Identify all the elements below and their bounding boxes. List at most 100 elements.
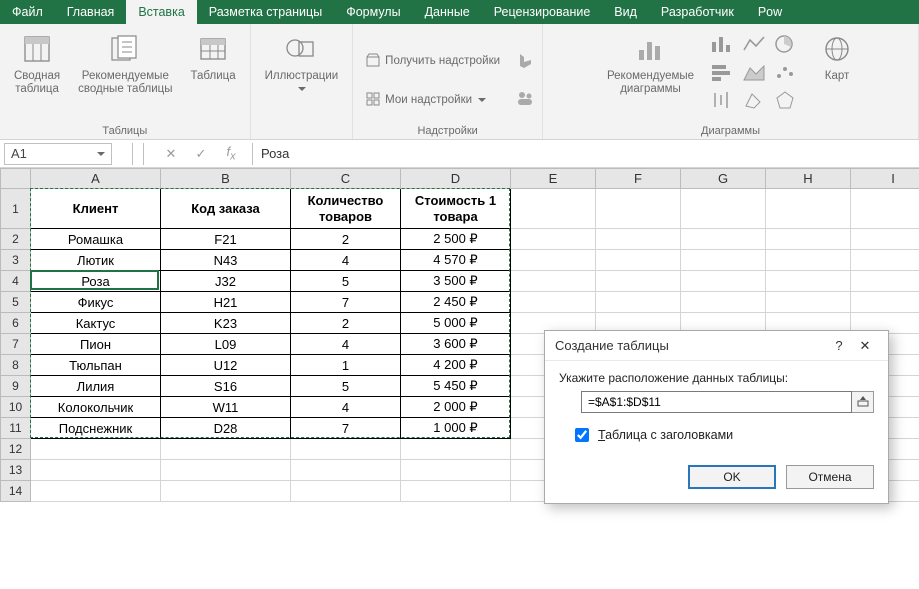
cell-F5[interactable] bbox=[596, 292, 681, 313]
cell-C3[interactable]: 4 bbox=[291, 250, 401, 271]
cell-C13[interactable] bbox=[291, 460, 401, 481]
cell-I4[interactable] bbox=[851, 271, 919, 292]
radar-chart-icon[interactable] bbox=[774, 90, 804, 116]
cell-D7[interactable]: 3 600 ₽ bbox=[401, 334, 511, 355]
cell-C8[interactable]: 1 bbox=[291, 355, 401, 376]
cell-I3[interactable] bbox=[851, 250, 919, 271]
cell-B6[interactable]: K23 bbox=[161, 313, 291, 334]
cell-D1[interactable]: Стоимость 1 товара bbox=[401, 189, 511, 229]
tab-file[interactable]: Файл bbox=[0, 0, 55, 24]
row-hdr-5[interactable]: 5 bbox=[1, 292, 31, 313]
cell-C11[interactable]: 7 bbox=[291, 418, 401, 439]
cell-A7[interactable]: Пион bbox=[31, 334, 161, 355]
cell-F2[interactable] bbox=[596, 229, 681, 250]
col-hdr-e[interactable]: E bbox=[511, 169, 596, 189]
cell-A3[interactable]: Лютик bbox=[31, 250, 161, 271]
line-chart-icon[interactable] bbox=[742, 34, 772, 60]
cell-C5[interactable]: 7 bbox=[291, 292, 401, 313]
cell-D10[interactable]: 2 000 ₽ bbox=[401, 397, 511, 418]
cell-E4[interactable] bbox=[511, 271, 596, 292]
tab-formulas[interactable]: Формулы bbox=[334, 0, 412, 24]
cell-D8[interactable]: 4 200 ₽ bbox=[401, 355, 511, 376]
tab-power[interactable]: Pow bbox=[746, 0, 788, 24]
cell-C7[interactable]: 4 bbox=[291, 334, 401, 355]
cell-A1[interactable]: Клиент bbox=[31, 189, 161, 229]
recommended-pivot-button[interactable]: Рекомендуемые сводные таблицы bbox=[72, 28, 178, 100]
recommended-charts-button[interactable]: Рекомендуемые диаграммы bbox=[601, 28, 700, 100]
cell-D9[interactable]: 5 450 ₽ bbox=[401, 376, 511, 397]
cell-B11[interactable]: D28 bbox=[161, 418, 291, 439]
cell-D5[interactable]: 2 450 ₽ bbox=[401, 292, 511, 313]
tab-view[interactable]: Вид bbox=[602, 0, 649, 24]
cell-G5[interactable] bbox=[681, 292, 766, 313]
row-hdr-14[interactable]: 14 bbox=[1, 481, 31, 502]
my-addins-button[interactable]: Мои надстройки bbox=[361, 89, 504, 112]
cell-H2[interactable] bbox=[766, 229, 851, 250]
cell-E1[interactable] bbox=[511, 189, 596, 229]
cell-B7[interactable]: L09 bbox=[161, 334, 291, 355]
cell-C12[interactable] bbox=[291, 439, 401, 460]
tab-data[interactable]: Данные bbox=[413, 0, 482, 24]
insert-function-button[interactable]: fx bbox=[216, 143, 246, 165]
cell-D4[interactable]: 3 500 ₽ bbox=[401, 271, 511, 292]
headers-checkbox-row[interactable]: Таблица с заголовками bbox=[571, 425, 874, 445]
row-hdr-11[interactable]: 11 bbox=[1, 418, 31, 439]
cell-B12[interactable] bbox=[161, 439, 291, 460]
cell-I2[interactable] bbox=[851, 229, 919, 250]
dialog-titlebar[interactable]: Создание таблицы ? ✕ bbox=[545, 331, 888, 361]
maps-button[interactable]: Карт bbox=[814, 28, 860, 87]
cell-F4[interactable] bbox=[596, 271, 681, 292]
row-hdr-13[interactable]: 13 bbox=[1, 460, 31, 481]
row-hdr-7[interactable]: 7 bbox=[1, 334, 31, 355]
cell-A5[interactable]: Фикус bbox=[31, 292, 161, 313]
bar-chart-icon[interactable] bbox=[710, 62, 740, 88]
cell-D12[interactable] bbox=[401, 439, 511, 460]
cell-I5[interactable] bbox=[851, 292, 919, 313]
column-chart-icon[interactable] bbox=[710, 34, 740, 60]
cell-A6[interactable]: Кактус bbox=[31, 313, 161, 334]
range-input[interactable] bbox=[581, 391, 852, 413]
tab-insert[interactable]: Вставка bbox=[126, 0, 196, 24]
cell-B3[interactable]: N43 bbox=[161, 250, 291, 271]
headers-checkbox[interactable] bbox=[575, 428, 589, 442]
cell-G4[interactable] bbox=[681, 271, 766, 292]
col-hdr-i[interactable]: I bbox=[851, 169, 919, 189]
cell-B9[interactable]: S16 bbox=[161, 376, 291, 397]
get-addins-button[interactable]: Получить надстройки bbox=[361, 50, 504, 73]
cell-B14[interactable] bbox=[161, 481, 291, 502]
cell-G1[interactable] bbox=[681, 189, 766, 229]
cell-D14[interactable] bbox=[401, 481, 511, 502]
cell-C6[interactable]: 2 bbox=[291, 313, 401, 334]
surface-chart-icon[interactable] bbox=[742, 90, 772, 116]
cell-B13[interactable] bbox=[161, 460, 291, 481]
help-button[interactable]: ? bbox=[826, 334, 852, 358]
col-hdr-g[interactable]: G bbox=[681, 169, 766, 189]
cell-B8[interactable]: U12 bbox=[161, 355, 291, 376]
collapse-dialog-button[interactable] bbox=[852, 391, 874, 413]
cell-A9[interactable]: Лилия bbox=[31, 376, 161, 397]
row-hdr-8[interactable]: 8 bbox=[1, 355, 31, 376]
cell-H4[interactable] bbox=[766, 271, 851, 292]
pie-chart-icon[interactable] bbox=[774, 34, 804, 60]
cell-B1[interactable]: Код заказа bbox=[161, 189, 291, 229]
row-hdr-2[interactable]: 2 bbox=[1, 229, 31, 250]
cell-A10[interactable]: Колокольчик bbox=[31, 397, 161, 418]
cancel-button[interactable]: Отмена bbox=[786, 465, 874, 489]
cell-C2[interactable]: 2 bbox=[291, 229, 401, 250]
cell-C4[interactable]: 5 bbox=[291, 271, 401, 292]
col-hdr-a[interactable]: A bbox=[31, 169, 161, 189]
row-hdr-6[interactable]: 6 bbox=[1, 313, 31, 334]
bing-icon[interactable] bbox=[516, 52, 534, 73]
cell-D13[interactable] bbox=[401, 460, 511, 481]
cell-C1[interactable]: Количество товаров bbox=[291, 189, 401, 229]
cell-E5[interactable] bbox=[511, 292, 596, 313]
cell-H3[interactable] bbox=[766, 250, 851, 271]
tab-page-layout[interactable]: Разметка страницы bbox=[197, 0, 334, 24]
scatter-chart-icon[interactable] bbox=[774, 62, 804, 88]
cell-C9[interactable]: 5 bbox=[291, 376, 401, 397]
cell-D3[interactable]: 4 570 ₽ bbox=[401, 250, 511, 271]
tab-developer[interactable]: Разработчик bbox=[649, 0, 746, 24]
cell-D6[interactable]: 5 000 ₽ bbox=[401, 313, 511, 334]
col-hdr-d[interactable]: D bbox=[401, 169, 511, 189]
illustrations-button[interactable]: Иллюстрации bbox=[259, 28, 345, 95]
